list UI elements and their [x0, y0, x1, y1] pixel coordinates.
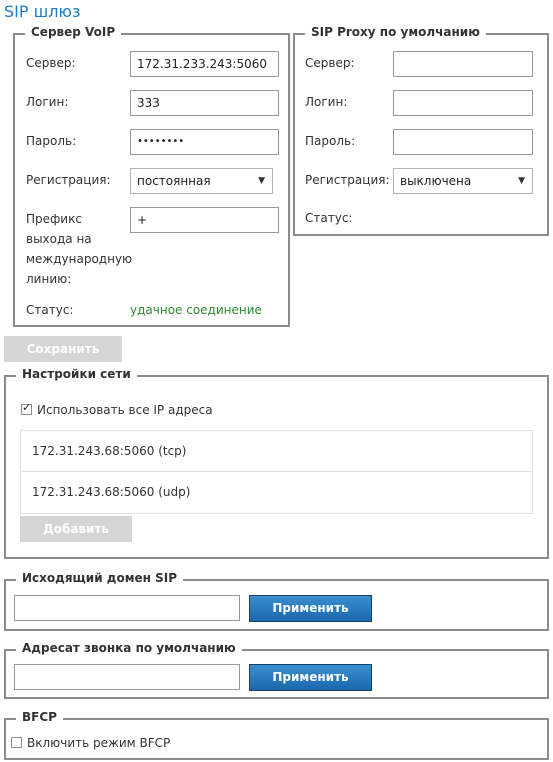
- bfcp-legend: BFCP: [16, 710, 63, 724]
- default-callee-input[interactable]: [14, 664, 240, 690]
- bfcp-checkbox[interactable]: [11, 737, 22, 748]
- proxy-registration-value: выключена: [400, 174, 472, 188]
- network-settings-legend: Настройки сети: [16, 367, 137, 381]
- voip-server-input[interactable]: 172.31.233.243:5060: [130, 51, 279, 77]
- outgoing-domain-input[interactable]: [14, 595, 240, 621]
- proxy-login-label: Логин:: [305, 95, 348, 109]
- voip-prefix-input[interactable]: +: [130, 207, 279, 233]
- voip-server-label: Сервер:: [26, 56, 76, 70]
- apply-default-callee-button[interactable]: Применить: [249, 664, 372, 691]
- sip-proxy-legend: SIP Proxy по умолчанию: [305, 25, 486, 39]
- voip-login-input[interactable]: 333: [130, 90, 279, 116]
- voip-registration-label: Регистрация:: [26, 173, 111, 187]
- voip-server-section: Сервер VoIP Сервер: 172.31.233.243:5060 …: [13, 25, 290, 327]
- add-address-button[interactable]: Добавить: [20, 516, 132, 542]
- voip-status-label: Статус:: [26, 303, 74, 317]
- sip-proxy-section: SIP Proxy по умолчанию Сервер: Логин: Па…: [293, 25, 549, 236]
- apply-outgoing-domain-button[interactable]: Применить: [249, 595, 372, 622]
- voip-password-label: Пароль:: [26, 134, 77, 148]
- use-all-ip-checkbox[interactable]: [21, 401, 32, 415]
- voip-server-legend: Сервер VoIP: [25, 25, 122, 39]
- bfcp-label: Включить режим BFCP: [27, 736, 171, 750]
- proxy-server-label: Сервер:: [305, 56, 355, 70]
- proxy-registration-select[interactable]: выключена ▼: [393, 168, 533, 194]
- chevron-down-icon: ▼: [518, 176, 525, 186]
- voip-prefix-label: Префикс выхода на международную линию:: [26, 212, 133, 286]
- list-item[interactable]: 172.31.243.68:5060 (tcp): [21, 431, 532, 472]
- voip-registration-select[interactable]: постоянная ▼: [130, 168, 273, 194]
- outgoing-domain-legend: Исходящий домен SIP: [16, 571, 184, 585]
- proxy-registration-label: Регистрация:: [305, 173, 390, 187]
- default-callee-legend: Адресат звонка по умолчанию: [16, 641, 242, 655]
- list-item[interactable]: 172.31.243.68:5060 (udp): [21, 472, 532, 513]
- voip-login-label: Логин:: [26, 95, 69, 109]
- proxy-status-label: Статус:: [305, 211, 353, 225]
- voip-status-value: удачное соединение: [130, 303, 262, 317]
- page-title: SIP шлюз: [4, 2, 81, 21]
- proxy-login-input[interactable]: [393, 90, 533, 116]
- proxy-password-input[interactable]: [393, 129, 533, 155]
- voip-registration-value: постоянная: [137, 174, 211, 188]
- voip-password-input[interactable]: ••••••••: [130, 129, 279, 155]
- save-button[interactable]: Сохранить: [4, 336, 122, 362]
- use-all-ip-label: Использовать все IP адреса: [37, 403, 213, 417]
- proxy-server-input[interactable]: [393, 51, 533, 77]
- chevron-down-icon: ▼: [258, 176, 265, 186]
- ip-address-list: 172.31.243.68:5060 (tcp) 172.31.243.68:5…: [20, 430, 533, 514]
- proxy-password-label: Пароль:: [305, 134, 356, 148]
